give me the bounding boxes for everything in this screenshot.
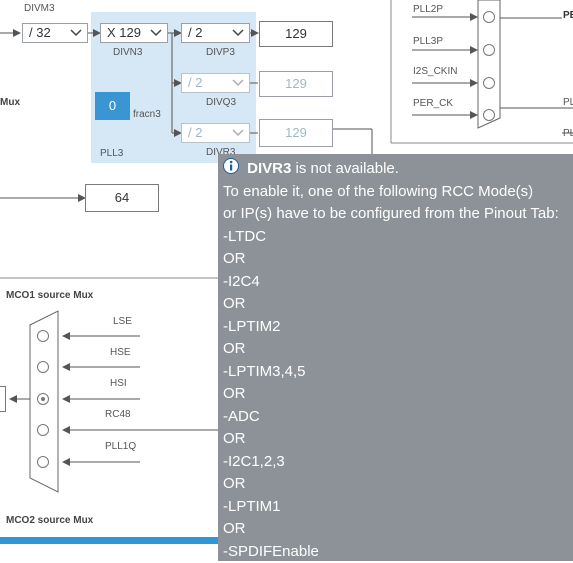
divq3-value: / 2 [188, 75, 202, 90]
mux-input-per-ck: PER_CK [413, 98, 453, 109]
divm3-value: / 32 [29, 25, 51, 40]
mux-input-i2s-ckin: I2S_CKIN [413, 66, 457, 77]
pll3-label: PLL3 [100, 148, 123, 159]
divp3-select[interactable]: / 2 [181, 23, 250, 43]
tooltip-item: OR [223, 473, 573, 496]
divq3-select[interactable]: / 2 [181, 73, 250, 93]
mco1-output-box [0, 386, 6, 412]
radio-i2s-ckin[interactable] [483, 77, 495, 89]
chevron-down-icon [231, 76, 245, 90]
divn3-select[interactable]: X 129 [100, 23, 168, 43]
mux-input-pll2p: PLL2P [413, 4, 443, 15]
divp3-label: DIVP3 [206, 47, 235, 58]
tooltip-item: -LPTIM1 [223, 496, 573, 519]
tooltip-item: -LTDC [223, 226, 573, 249]
radio-hsi[interactable] [37, 393, 49, 405]
radio-pll3p[interactable] [483, 44, 495, 56]
chevron-down-icon [231, 26, 245, 40]
tooltip-item: -LPTIM3,4,5 [223, 361, 573, 384]
tooltip-line-2: or IP(s) have to be configured from the … [223, 203, 573, 226]
divr3-output: 129 [259, 119, 333, 147]
tooltip-item: OR [223, 383, 573, 406]
frequency-box: 64 [85, 184, 159, 212]
radio-rc48[interactable] [37, 424, 49, 436]
tooltip-item: -ADC [223, 406, 573, 429]
mco1-input-rc48: RC48 [105, 409, 131, 420]
tooltip-item: -I2C1,2,3 [223, 451, 573, 474]
divq3-label: DIVQ3 [206, 97, 236, 108]
tooltip-item: OR [223, 248, 573, 271]
tooltip-item: -SPDIFEnable [223, 541, 573, 563]
tooltip-item: -LPTIM2 [223, 316, 573, 339]
divp3-value: / 2 [188, 25, 202, 40]
tooltip-item: OR [223, 293, 573, 316]
tooltip-item: -I2C4 [223, 271, 573, 294]
left-mux-label: Mux [0, 97, 20, 108]
divr3-select[interactable]: / 2 [181, 123, 250, 143]
tooltip-item: OR [223, 428, 573, 451]
divm3-select[interactable]: / 32 [22, 23, 88, 43]
radio-pll1q[interactable] [37, 456, 49, 468]
chevron-down-icon [69, 26, 83, 40]
tooltip-line-1: To enable it, one of the following RCC M… [223, 181, 573, 204]
radio-hse[interactable] [37, 361, 49, 373]
tooltip-item: OR [223, 338, 573, 361]
mux-input-pll3p: PLL3P [413, 36, 443, 47]
mco1-input-pll1q: PLL1Q [105, 441, 136, 452]
info-icon [223, 157, 243, 175]
radio-per-ck[interactable] [483, 109, 495, 121]
divm3-label: DIVM3 [24, 3, 55, 14]
radio-lse[interactable] [37, 330, 49, 342]
mco1-title: MCO1 source Mux [6, 290, 93, 301]
divn3-label: DIVN3 [113, 47, 142, 58]
divq3-output: 129 [259, 71, 333, 97]
tooltip-title-rest: is not available. [291, 160, 399, 177]
divr3-value: / 2 [188, 125, 202, 140]
mco1-input-hse: HSE [110, 347, 131, 358]
mco1-input-lse: LSE [113, 316, 132, 327]
partial-label-pl-2: PL [563, 128, 573, 139]
partial-label-pl-1: PL [563, 97, 573, 108]
partial-label-pe: PE [563, 10, 573, 21]
divp3-output: 129 [259, 21, 333, 47]
chevron-down-icon [149, 26, 163, 40]
mco1-input-hsi: HSI [110, 378, 127, 389]
fracn3-input[interactable]: 0 [95, 92, 130, 120]
divr3-tooltip: DIVR3 is not available. To enable it, on… [218, 154, 573, 561]
tooltip-item: OR [223, 518, 573, 541]
tooltip-title: DIVR3 is not available. [223, 157, 573, 181]
fracn3-label: fracn3 [133, 109, 161, 120]
tooltip-title-bold: DIVR3 [247, 160, 291, 177]
mco2-title: MCO2 source Mux [6, 515, 93, 526]
radio-pll2p[interactable] [483, 11, 495, 23]
divn3-value: X 129 [107, 25, 141, 40]
chevron-down-icon [231, 126, 245, 140]
